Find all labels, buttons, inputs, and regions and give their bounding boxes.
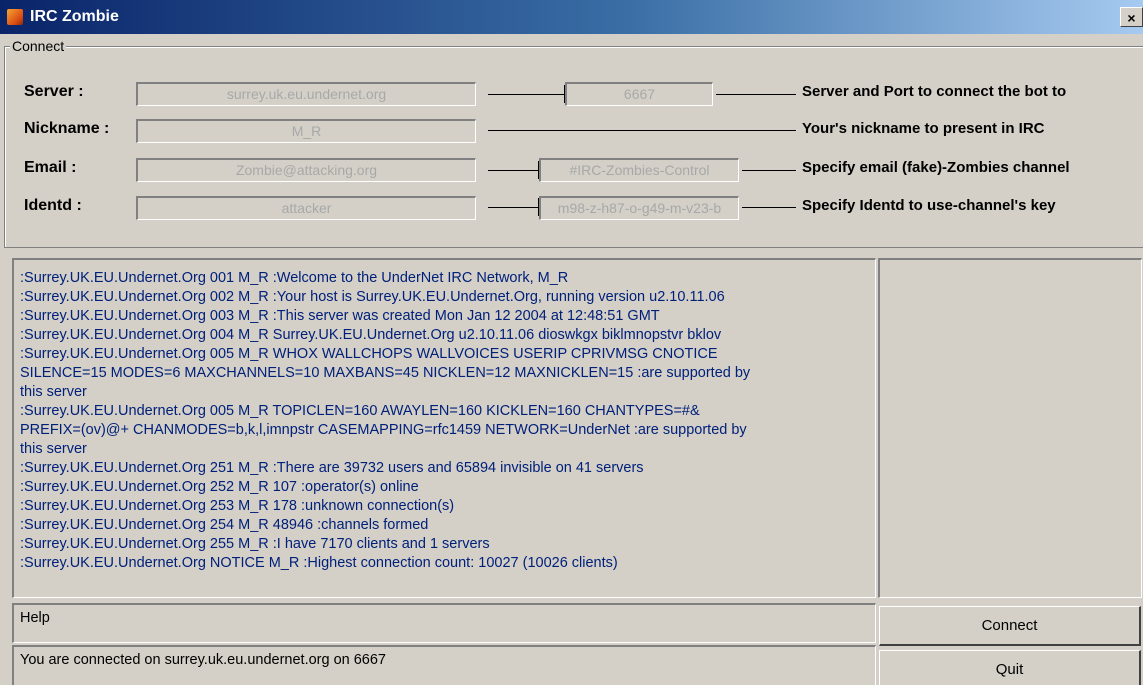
identd-connector-line: [488, 207, 538, 208]
channel-connector-line: [742, 170, 796, 171]
log-line: :Surrey.UK.EU.Undernet.Org 255 M_R :I ha…: [20, 536, 490, 552]
server-label: Server :: [24, 83, 84, 100]
nickname-description: Your's nickname to present in IRC: [802, 120, 1045, 137]
server-description: Server and Port to connect the bot to: [802, 83, 1067, 100]
identd-description: Specify Identd to use-channel's key: [802, 197, 1056, 214]
quit-button[interactable]: Quit: [879, 650, 1141, 685]
zombie-list-panel[interactable]: [878, 258, 1142, 598]
log-line: :Surrey.UK.EU.Undernet.Org NOTICE M_R :H…: [20, 555, 618, 571]
port-connector-line: [716, 94, 796, 95]
log-line: :Surrey.UK.EU.Undernet.Org 003 M_R :This…: [20, 308, 660, 324]
log-line: :Surrey.UK.EU.Undernet.Org 005 M_R WHOX …: [20, 346, 718, 362]
identd-label: Identd :: [24, 197, 82, 214]
log-line: this server: [20, 384, 87, 400]
nickname-connector-line: [488, 130, 796, 131]
close-button[interactable]: ×: [1120, 7, 1143, 27]
nickname-label: Nickname :: [24, 120, 110, 137]
identd-field[interactable]: attacker: [136, 196, 476, 220]
channel-field[interactable]: #IRC-Zombies-Control: [539, 158, 739, 182]
server-port-field[interactable]: 6667: [565, 82, 713, 106]
server-connector-line: [488, 94, 564, 95]
window-title: IRC Zombie: [30, 8, 119, 25]
log-line: PREFIX=(ov)@+ CHANMODES=b,k,l,imnpstr CA…: [20, 422, 747, 438]
log-line: :Surrey.UK.EU.Undernet.Org 002 M_R :Your…: [20, 289, 725, 305]
nickname-field[interactable]: M_R: [136, 119, 476, 143]
email-connector-line: [488, 170, 538, 171]
log-line: SILENCE=15 MODES=6 MAXCHANNELS=10 MAXBAN…: [20, 365, 751, 381]
log-line: :Surrey.UK.EU.Undernet.Org 251 M_R :Ther…: [20, 460, 644, 476]
email-label: Email :: [24, 159, 77, 176]
log-line: :Surrey.UK.EU.Undernet.Org 005 M_R TOPIC…: [20, 403, 700, 419]
status-box: You are connected on surrey.uk.eu.undern…: [12, 645, 876, 685]
log-line: :Surrey.UK.EU.Undernet.Org 001 M_R :Welc…: [20, 270, 569, 286]
server-host-field[interactable]: surrey.uk.eu.undernet.org: [136, 82, 476, 106]
channel-key-field[interactable]: m98-z-h87-o-g49-m-v23-b: [539, 196, 739, 220]
irc-zombie-window: IRC Zombie × Connect Server : surrey.uk.…: [0, 0, 1143, 685]
log-line: :Surrey.UK.EU.Undernet.Org 254 M_R 48946…: [20, 517, 429, 533]
log-line: :Surrey.UK.EU.Undernet.Org 004 M_R Surre…: [20, 327, 722, 343]
log-line: :Surrey.UK.EU.Undernet.Org 252 M_R 107 :…: [20, 479, 419, 495]
log-line: :Surrey.UK.EU.Undernet.Org 253 M_R 178 :…: [20, 498, 455, 514]
log-line: this server: [20, 441, 87, 457]
title-bar[interactable]: IRC Zombie ×: [0, 0, 1143, 34]
app-icon: [7, 9, 23, 25]
key-connector-line: [742, 207, 796, 208]
connect-button[interactable]: Connect: [879, 606, 1141, 646]
email-description: Specify email (fake)-Zombies channel: [802, 159, 1070, 176]
connect-group-legend: Connect: [10, 37, 67, 55]
email-field[interactable]: Zombie@attacking.org: [136, 158, 476, 182]
server-log-output[interactable]: :Surrey.UK.EU.Undernet.Org 001 M_R :Welc…: [12, 258, 876, 598]
help-box: Help: [12, 603, 876, 643]
